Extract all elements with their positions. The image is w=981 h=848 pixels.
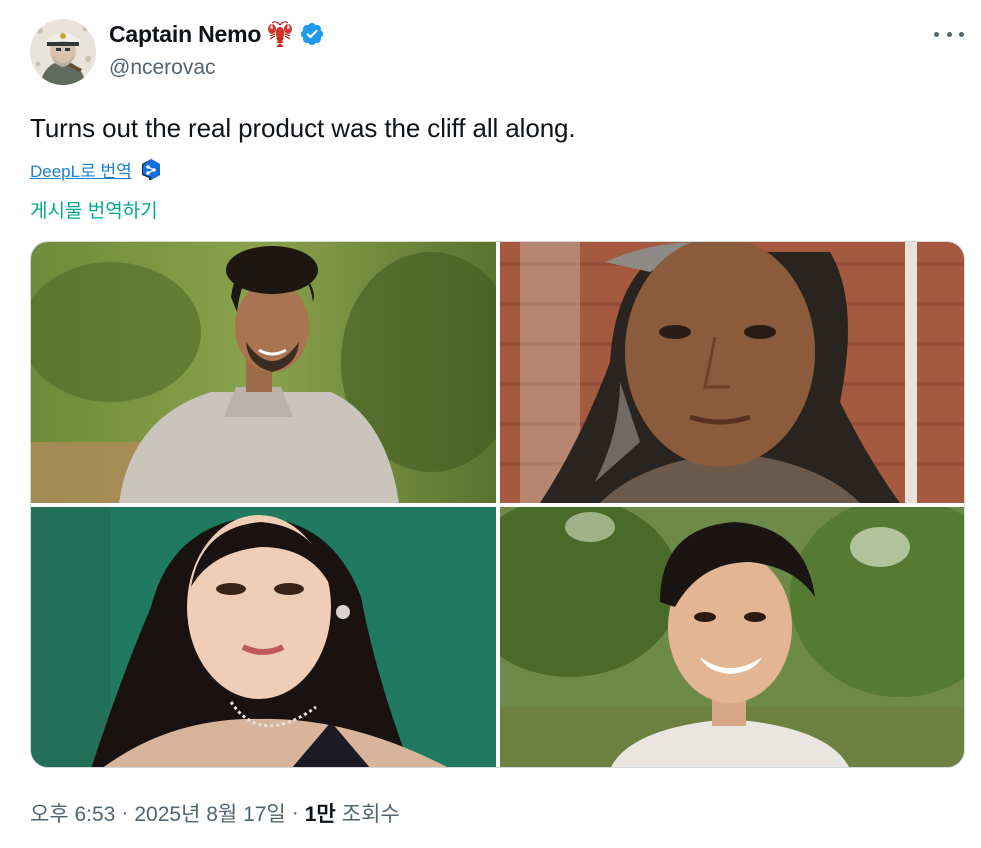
tweet-meta: 오후 6:53 · 2025년 8월 17일 · 1만 조회수 xyxy=(30,798,400,828)
deepl-translate-label[interactable]: DeepL로 번역 xyxy=(30,157,132,182)
author-name-row[interactable]: Captain Nemo xyxy=(109,20,325,48)
translate-post-link[interactable]: 게시물 번역하기 xyxy=(30,196,158,223)
photo-1[interactable] xyxy=(31,242,496,503)
author-display-name[interactable]: Captain Nemo xyxy=(109,21,261,48)
media-grid xyxy=(30,241,965,768)
photo-2[interactable] xyxy=(500,242,964,503)
tweet-time[interactable]: 오후 6:53 xyxy=(30,798,115,828)
separator-dot: · xyxy=(291,801,299,824)
photo-woman-green-background xyxy=(31,507,496,767)
views-label: 조회수 xyxy=(341,803,400,826)
verified-badge-icon[interactable] xyxy=(299,21,325,47)
author-avatar[interactable] xyxy=(30,19,96,85)
avatar-illustration xyxy=(30,19,96,85)
photo-man-smiling-trees xyxy=(500,507,964,767)
more-options-button[interactable] xyxy=(934,22,964,46)
more-dot-icon xyxy=(959,31,964,37)
photo-man-curly-hair-sweater xyxy=(31,242,496,503)
deepl-logo-icon xyxy=(141,158,160,180)
views-count: 1만 xyxy=(304,803,336,826)
tweet-text: Turns out the real product was the cliff… xyxy=(30,113,576,143)
author-handle[interactable]: @ncerovac xyxy=(109,56,216,80)
photo-3[interactable] xyxy=(31,507,496,767)
deepl-translate-link[interactable]: DeepL로 번역 xyxy=(30,157,162,182)
photo-4[interactable] xyxy=(500,507,964,767)
separator-dot: · xyxy=(121,801,129,824)
tweet-date[interactable]: 2025년 8월 17일 xyxy=(134,798,285,828)
photo-man-long-hair-brick-wall xyxy=(500,242,964,503)
more-dot-icon xyxy=(946,31,952,37)
more-dot-icon xyxy=(934,31,939,37)
lobster-emoji-icon xyxy=(268,21,293,47)
